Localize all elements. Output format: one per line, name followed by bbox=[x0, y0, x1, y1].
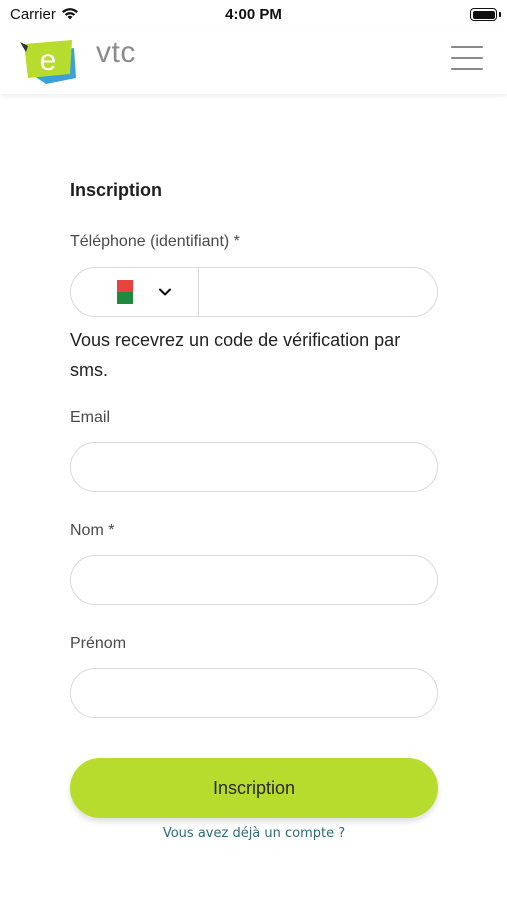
phone-input[interactable] bbox=[199, 268, 437, 316]
phone-input-wrap bbox=[199, 268, 437, 316]
prenom-label: Prénom bbox=[70, 635, 127, 652]
chevron-down-icon bbox=[159, 288, 171, 296]
evtc-logo[interactable]: e vtc bbox=[18, 34, 135, 88]
phone-label: Téléphone (identifiant) * bbox=[70, 233, 240, 250]
phone-field bbox=[70, 267, 438, 317]
logo-badge-icon: e bbox=[20, 40, 76, 84]
status-bar: Carrier 4:00 PM bbox=[0, 0, 507, 28]
nom-label: Nom * bbox=[70, 522, 115, 539]
nom-field-wrap bbox=[70, 555, 438, 605]
inscription-submit-button[interactable]: Inscription bbox=[70, 758, 438, 818]
prenom-field-wrap bbox=[70, 668, 438, 718]
logo-letter: e bbox=[40, 44, 57, 77]
madagascar-flag-icon bbox=[109, 280, 133, 304]
clock: 4:00 PM bbox=[225, 6, 282, 23]
app-header: e vtc bbox=[0, 28, 507, 94]
battery-icon bbox=[470, 8, 497, 21]
signup-form: Inscription Téléphone (identifiant) * Vo… bbox=[70, 180, 438, 841]
login-link[interactable]: Vous avez déjà un compte ? bbox=[70, 826, 438, 841]
form-title: Inscription bbox=[70, 180, 163, 200]
logo-text: vtc bbox=[96, 36, 136, 69]
country-code-select[interactable] bbox=[71, 268, 199, 316]
email-label: Email bbox=[70, 409, 111, 426]
email-field-wrap bbox=[70, 442, 438, 492]
sms-verification-hint: Vous recevrez un code de vérification pa… bbox=[70, 330, 401, 380]
email-field[interactable] bbox=[71, 443, 437, 491]
hamburger-menu-icon[interactable] bbox=[451, 46, 483, 72]
nom-field[interactable] bbox=[71, 556, 437, 604]
battery-tip bbox=[499, 12, 501, 17]
prenom-field[interactable] bbox=[71, 669, 437, 717]
